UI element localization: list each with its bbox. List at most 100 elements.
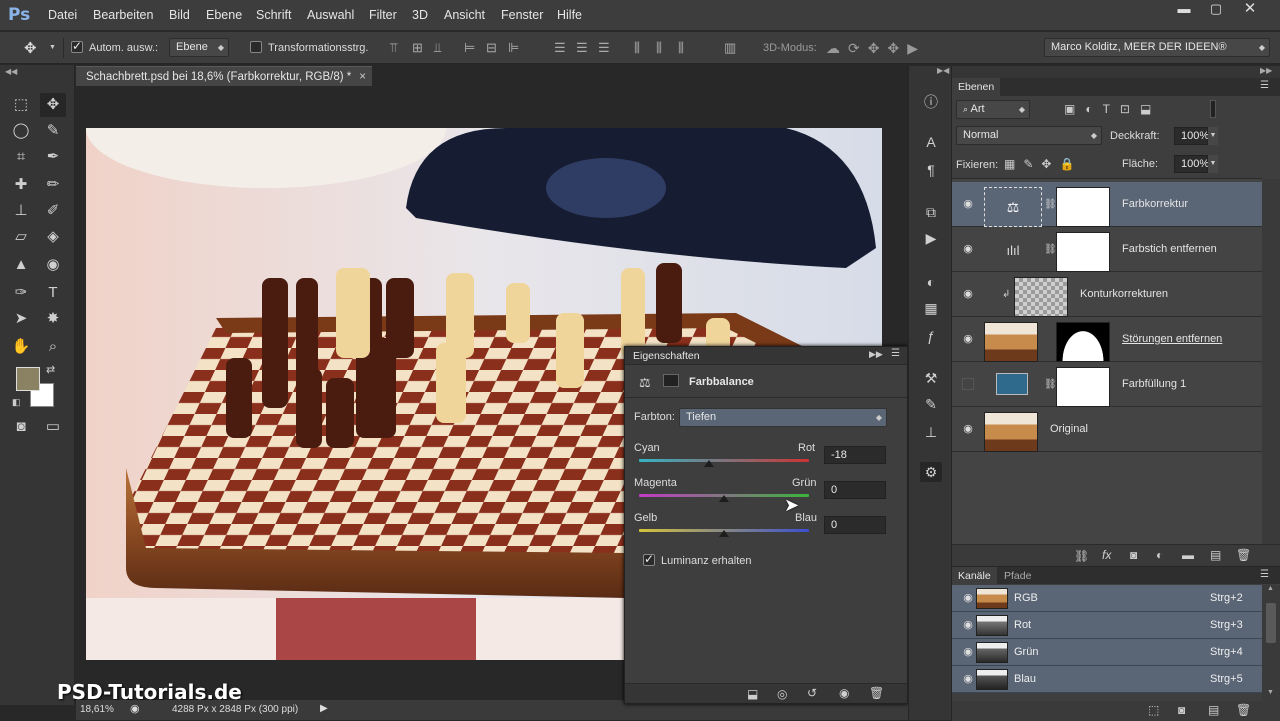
eye-icon[interactable]: ◉ — [961, 618, 975, 632]
layer-filter-icons[interactable]: ▣◐T⊡⬓ — [1064, 102, 1161, 116]
stamp-icon[interactable]: ⊥ — [8, 199, 34, 223]
swap-colors-icon[interactable]: ⇄ — [46, 363, 55, 376]
visibility-icon[interactable]: ◉ — [839, 686, 849, 700]
layer-thumb[interactable] — [984, 412, 1038, 452]
eye-icon[interactable]: ◉ — [961, 422, 975, 436]
menu-fenster[interactable]: Fenster — [501, 8, 543, 22]
cyan-red-thumb[interactable] — [703, 460, 714, 467]
opacity-arrow-icon[interactable]: ▼ — [1208, 127, 1218, 145]
channel-row[interactable]: ◉ Blau Strg+5 — [952, 666, 1262, 693]
delete-channel-icon[interactable]: 🗑 — [1236, 703, 1251, 717]
paragraph-icon[interactable]: ¶ — [920, 160, 942, 180]
channel-row[interactable]: ◉ Grün Strg+4 — [952, 639, 1262, 666]
document-tab[interactable]: Schachbrett.psd bei 18,6% (Farbkorrektur… — [76, 66, 372, 86]
quick-select-icon[interactable]: ✎ — [40, 119, 66, 143]
path-select-icon[interactable]: ➤ — [8, 307, 34, 331]
filter-kind-dropdown[interactable]: ⌕ Art ◆ — [956, 100, 1030, 119]
bucket-icon[interactable]: ◈ — [40, 225, 66, 249]
new-adjustment-icon[interactable]: ◐ — [1156, 548, 1163, 562]
eye-icon[interactable]: ◉ — [961, 332, 975, 346]
tab-layers[interactable]: Ebenen — [952, 78, 1001, 96]
channels-menu-icon[interactable]: ☰ — [1260, 569, 1269, 580]
status-menu-icon[interactable]: ▶ — [320, 703, 328, 714]
view-previous-icon[interactable]: ◎ — [777, 687, 787, 701]
history-icon[interactable]: ⧉ — [920, 202, 942, 222]
layer-name[interactable]: Original — [1050, 423, 1088, 435]
new-group-icon[interactable]: ▬ — [1182, 548, 1194, 562]
properties-strip-icon[interactable]: ⚙ — [920, 462, 942, 482]
screen-mode-icon[interactable]: ▭ — [40, 415, 66, 439]
layer-row[interactable]: ◉ Original — [952, 407, 1262, 452]
menu-bild[interactable]: Bild — [169, 8, 190, 22]
layers-menu-icon[interactable]: ☰ — [1260, 80, 1269, 91]
align-icons[interactable]: ⫪ ⊞ ⫫ ⊨ ⊟ ⊫ ☰ ☰ ☰ ⫼ ⫼ ⫼ ▥ — [390, 40, 736, 56]
info-icon[interactable]: ⓘ — [920, 92, 942, 112]
menu-hilfe[interactable]: Hilfe — [557, 8, 582, 22]
pen-icon[interactable]: ✑ — [8, 281, 34, 305]
magenta-green-thumb[interactable] — [719, 495, 729, 502]
menu-schrift[interactable]: Schrift — [256, 8, 291, 22]
fill-field[interactable]: 100% — [1174, 155, 1209, 173]
layer-row[interactable]: ◉ ↲ Konturkorrekturen — [952, 272, 1262, 317]
type-icon[interactable]: T — [40, 281, 66, 305]
move-icon[interactable]: ✥ — [40, 93, 66, 117]
eyedropper-icon[interactable]: ✒ — [40, 145, 66, 169]
actions-icon[interactable]: ▶ — [920, 228, 942, 248]
dodge-icon[interactable]: ◉ — [40, 253, 66, 277]
color-icon[interactable]: ◐ — [920, 272, 942, 292]
eye-icon[interactable]: ◉ — [961, 591, 975, 605]
close-icon[interactable]: ✕ — [1234, 0, 1266, 20]
minimize-icon[interactable]: ▬ — [1168, 0, 1200, 20]
swatches-icon[interactable]: ▦ — [920, 298, 942, 318]
default-colors-icon[interactable]: ◧ — [12, 397, 21, 408]
clone-source-icon[interactable]: ⊥ — [920, 422, 942, 442]
eye-icon[interactable]: ◉ — [961, 242, 975, 256]
layer-mask-thumb[interactable] — [1056, 322, 1110, 362]
eraser-icon[interactable]: ▱ — [8, 225, 34, 249]
brush-presets-icon[interactable]: ✎ — [920, 394, 942, 414]
eye-icon[interactable]: ◉ — [961, 197, 975, 211]
load-selection-icon[interactable]: ⬚ — [1148, 703, 1159, 717]
zoom-level[interactable]: 18,61% — [80, 704, 114, 715]
fx-icon[interactable]: fx — [1102, 548, 1111, 562]
cyan-red-value[interactable]: -18 — [824, 446, 886, 464]
channels-scrollbar[interactable]: ▲ ▼ — [1262, 585, 1280, 701]
layer-row[interactable]: ◉ ⚖ ⛓ Farbkorrektur — [952, 182, 1262, 227]
tab-channels[interactable]: Kanäle — [952, 567, 997, 585]
crop-icon[interactable]: ⌗ — [8, 145, 34, 169]
marquee-icon[interactable]: ⬚ — [8, 93, 34, 117]
chevron-down-icon[interactable]: ▼ — [49, 44, 56, 51]
collapse-strip-icon[interactable]: ▶◀ — [937, 66, 949, 75]
menu-datei[interactable]: Datei — [48, 8, 77, 22]
brush-icon[interactable]: ✏ — [40, 173, 66, 197]
magenta-green-value[interactable]: 0 — [824, 481, 886, 499]
close-tab-icon[interactable]: × — [359, 67, 366, 87]
menu-bearbeiten[interactable]: Bearbeiten — [93, 8, 153, 22]
shape-icon[interactable]: ✸ — [40, 307, 66, 331]
lasso-icon[interactable]: ◯ — [8, 119, 34, 143]
cyan-red-slider[interactable] — [639, 459, 809, 462]
menu-3d[interactable]: 3D — [412, 8, 428, 22]
new-channel-icon[interactable]: ▤ — [1208, 703, 1219, 717]
menu-filter[interactable]: Filter — [369, 8, 397, 22]
blur-icon[interactable]: ▲ — [8, 253, 34, 277]
styles-icon[interactable]: ƒ — [920, 326, 942, 346]
clip-to-layer-icon[interactable]: ⬓ — [747, 687, 758, 701]
trash-icon[interactable]: 🗑 — [869, 686, 884, 700]
layer-name[interactable]: Störungen entfernen — [1122, 333, 1222, 345]
tone-dropdown[interactable]: Tiefen ◆ — [679, 408, 887, 427]
character-icon[interactable]: A — [920, 132, 942, 152]
tool-presets-icon[interactable]: ⚒ — [920, 368, 942, 388]
move-tool-icon[interactable]: ✥ — [24, 39, 37, 57]
layer-name[interactable]: Farbstich entfernen — [1122, 243, 1217, 255]
link-layers-icon[interactable]: ⛓ — [1074, 549, 1089, 563]
fill-arrow-icon[interactable]: ▼ — [1208, 155, 1218, 173]
layer-mask-thumb[interactable] — [1056, 232, 1110, 272]
channel-row[interactable]: ◉ RGB Strg+2 — [952, 585, 1262, 612]
status-icon[interactable]: ◉ — [130, 702, 140, 715]
yellow-blue-thumb[interactable] — [719, 530, 729, 537]
workspace-dropdown[interactable]: Marco Kolditz, MEER DER IDEEN® ◆ — [1044, 38, 1270, 57]
layer-row[interactable]: ◉ Störungen entfernen — [952, 317, 1262, 362]
layers-scrollbar[interactable] — [1262, 179, 1280, 552]
collapse-panels-icon[interactable]: ▶▶ — [1260, 66, 1272, 75]
